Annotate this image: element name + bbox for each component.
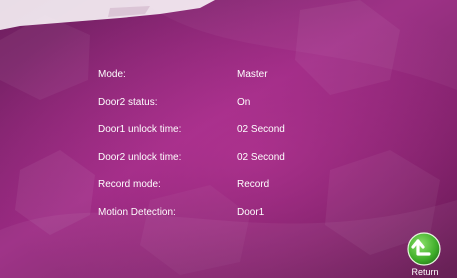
setting-row-door2-unlock-time[interactable]: Door2 unlock time: 02 Second [98,152,378,168]
setting-row-motion-detection[interactable]: Motion Detection: Door1 [98,207,378,223]
setting-label: Door2 unlock time: [98,152,182,163]
setting-value[interactable]: Door1 [237,207,264,218]
return-button[interactable]: Return [404,232,446,278]
setting-value[interactable]: 02 Second [237,124,285,135]
setting-value[interactable]: On [237,97,250,108]
setting-value[interactable]: Master [237,69,268,80]
setting-label: Mode: [98,69,126,80]
setting-row-record-mode[interactable]: Record mode: Record [98,179,378,195]
setting-value[interactable]: 02 Second [237,152,285,163]
setting-row-door2-status[interactable]: Door2 status: On [98,97,378,113]
setting-label: Door2 status: [98,97,158,108]
return-label: Return [411,267,439,277]
setting-label: Record mode: [98,179,161,190]
settings-screen: Mode: Master Door2 status: On Door1 unlo… [0,0,457,278]
return-arrow-icon [407,232,441,266]
setting-row-mode[interactable]: Mode: Master [98,69,378,85]
setting-row-door1-unlock-time[interactable]: Door1 unlock time: 02 Second [98,124,378,140]
setting-label: Door1 unlock time: [98,124,182,135]
setting-value[interactable]: Record [237,179,269,190]
setting-label: Motion Detection: [98,207,176,218]
